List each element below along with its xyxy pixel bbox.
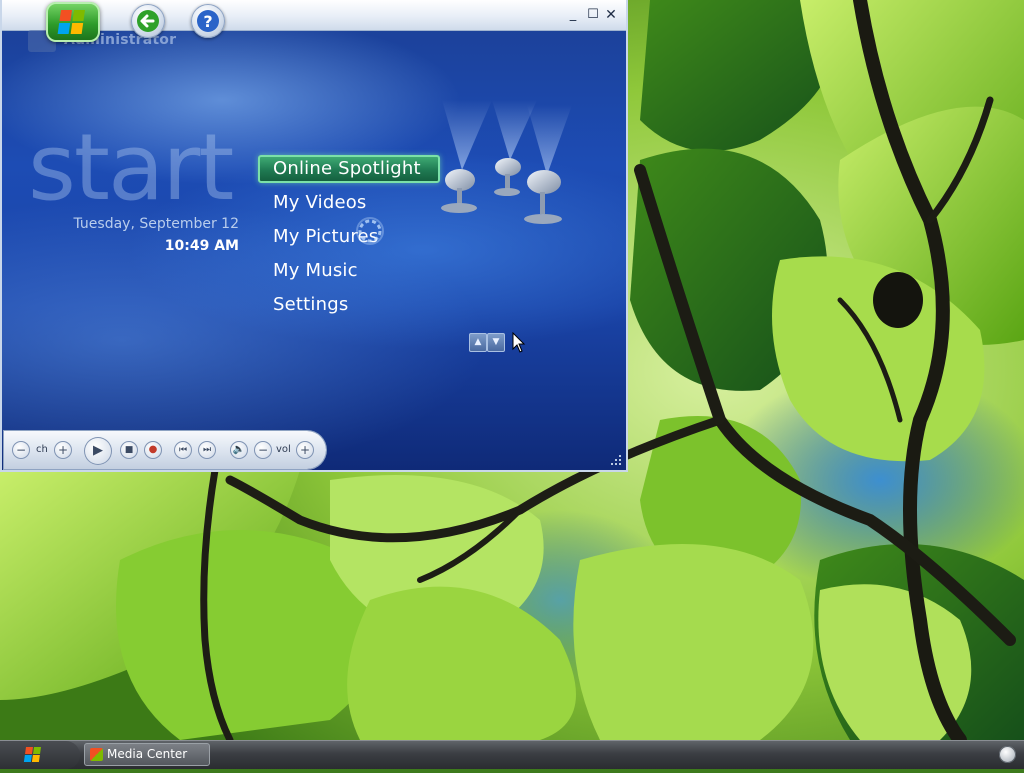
volume-up-button[interactable]: +: [296, 441, 314, 459]
menu-item-my-pictures[interactable]: My Pictures: [258, 223, 440, 251]
time-display: 10:49 AM: [164, 238, 239, 254]
tray-button[interactable]: [999, 746, 1016, 763]
stop-button[interactable]: ■: [120, 441, 138, 459]
windows-logo-button[interactable]: [46, 2, 100, 42]
media-center-icon: [90, 748, 103, 761]
svg-text:?: ?: [203, 12, 212, 31]
volume-label: vol: [276, 444, 291, 455]
mute-button[interactable]: 🔈: [230, 441, 248, 459]
channel-down-button[interactable]: −: [12, 441, 30, 459]
scroll-up-button[interactable]: ▲: [469, 333, 487, 352]
scroll-down-icon: ▼: [492, 337, 500, 347]
taskbar: Media Center: [0, 740, 1024, 769]
next-button[interactable]: ⏭: [198, 441, 216, 459]
record-button[interactable]: ●: [144, 441, 162, 459]
channel-label: ch: [36, 444, 48, 455]
mouse-cursor-icon: [512, 332, 526, 353]
close-button[interactable]: ✕: [603, 7, 619, 23]
spotlight-icon: [441, 100, 572, 224]
menu-item-online-spotlight[interactable]: Online Spotlight: [258, 155, 440, 183]
channel-up-button[interactable]: +: [54, 441, 72, 459]
help-icon: ?: [197, 10, 219, 32]
resize-grip-icon[interactable]: [610, 454, 622, 466]
menu-item-settings[interactable]: Settings: [258, 291, 440, 319]
page-title: start: [28, 114, 234, 221]
media-center-window: _ ☐ ✕ ? Administrator start Tuesday, Sep…: [0, 0, 628, 472]
volume-down-button[interactable]: −: [254, 441, 272, 459]
minimize-button[interactable]: _: [565, 7, 581, 23]
help-button[interactable]: ?: [191, 4, 225, 38]
maximize-button[interactable]: ☐: [585, 7, 601, 23]
back-arrow-icon: [137, 10, 159, 32]
menu-item-my-videos[interactable]: My Videos: [258, 189, 440, 217]
busy-spinner-icon: [356, 217, 384, 245]
windows-logo-icon: [23, 747, 41, 762]
windows-logo-icon: [57, 10, 85, 34]
scroll-up-icon: ▲: [474, 337, 482, 347]
start-button[interactable]: [0, 741, 80, 769]
scroll-down-button[interactable]: ▼: [487, 333, 505, 352]
play-button[interactable]: ▶: [84, 437, 112, 465]
menu-item-my-music[interactable]: My Music: [258, 257, 440, 285]
taskbar-item-label: Media Center: [107, 747, 188, 761]
back-button[interactable]: [131, 4, 165, 38]
date-display: Tuesday, September 12: [73, 216, 239, 232]
taskbar-item-media-center[interactable]: Media Center: [84, 743, 210, 766]
transport-controls: − ch + ▶ ■ ● ⏮ ⏭ 🔈 − vol +: [4, 431, 326, 469]
previous-button[interactable]: ⏮: [174, 441, 192, 459]
